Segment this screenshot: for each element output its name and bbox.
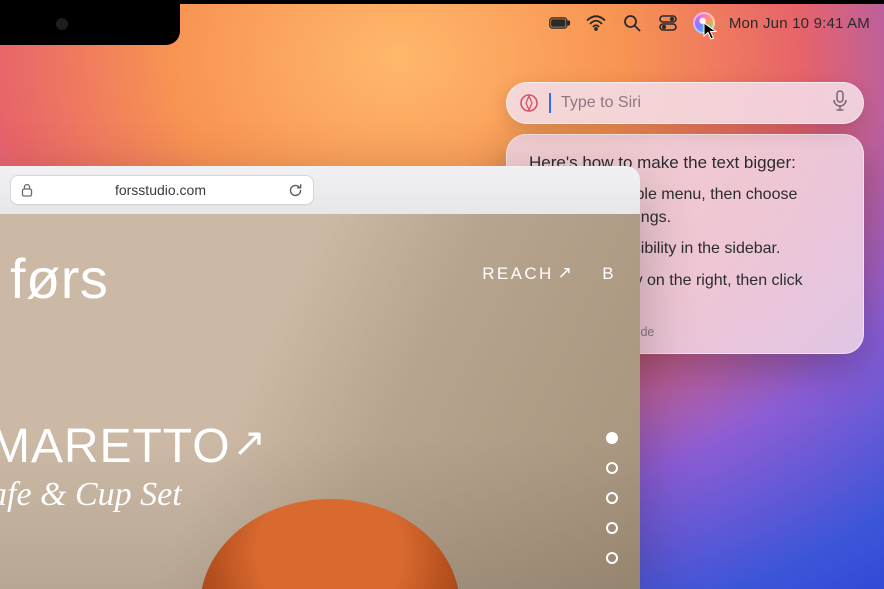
- web-content[interactable]: førs REACH↗ B MARETTO↗ afe & Cup Set: [0, 214, 640, 589]
- reload-icon[interactable]: [288, 183, 303, 198]
- nav-link-partial[interactable]: B: [602, 264, 616, 284]
- hero-title: MARETTO↗: [0, 419, 267, 474]
- lock-icon: [21, 183, 33, 197]
- siri-compass-icon: [519, 93, 539, 113]
- external-arrow-icon: ↗: [233, 421, 267, 465]
- carousel-dot[interactable]: [606, 552, 618, 564]
- text-caret: [549, 93, 551, 113]
- siri-menubar-icon[interactable]: [693, 12, 715, 34]
- siri-input[interactable]: Type to Siri: [506, 82, 864, 124]
- site-logo[interactable]: førs: [10, 246, 108, 311]
- carousel-dots: [606, 432, 618, 564]
- carousel-dot[interactable]: [606, 492, 618, 504]
- site-nav: REACH↗ B: [482, 264, 616, 284]
- product-image: [200, 499, 460, 589]
- carousel-dot[interactable]: [606, 522, 618, 534]
- display-notch: [0, 0, 180, 45]
- wifi-icon[interactable]: [585, 12, 607, 34]
- carousel-dot[interactable]: [606, 462, 618, 474]
- battery-icon[interactable]: [549, 12, 571, 34]
- hero-subtitle: afe & Cup Set: [0, 476, 182, 514]
- menubar: Mon Jun 10 9:41 AM: [180, 4, 884, 42]
- address-bar[interactable]: forsstudio.com: [10, 175, 314, 205]
- safari-toolbar: forsstudio.com: [0, 166, 640, 214]
- control-center-icon[interactable]: [657, 12, 679, 34]
- safari-window: forsstudio.com førs REACH↗ B MARETTO↗ af…: [0, 166, 640, 589]
- external-arrow-icon: ↗: [558, 263, 575, 283]
- nav-link-reach[interactable]: REACH↗: [482, 264, 574, 284]
- menubar-clock[interactable]: Mon Jun 10 9:41 AM: [729, 15, 870, 32]
- microphone-icon[interactable]: [831, 90, 849, 117]
- spotlight-search-icon[interactable]: [621, 12, 643, 34]
- url-text: forsstudio.com: [41, 182, 280, 198]
- siri-placeholder: Type to Siri: [561, 94, 641, 112]
- carousel-dot[interactable]: [606, 432, 618, 444]
